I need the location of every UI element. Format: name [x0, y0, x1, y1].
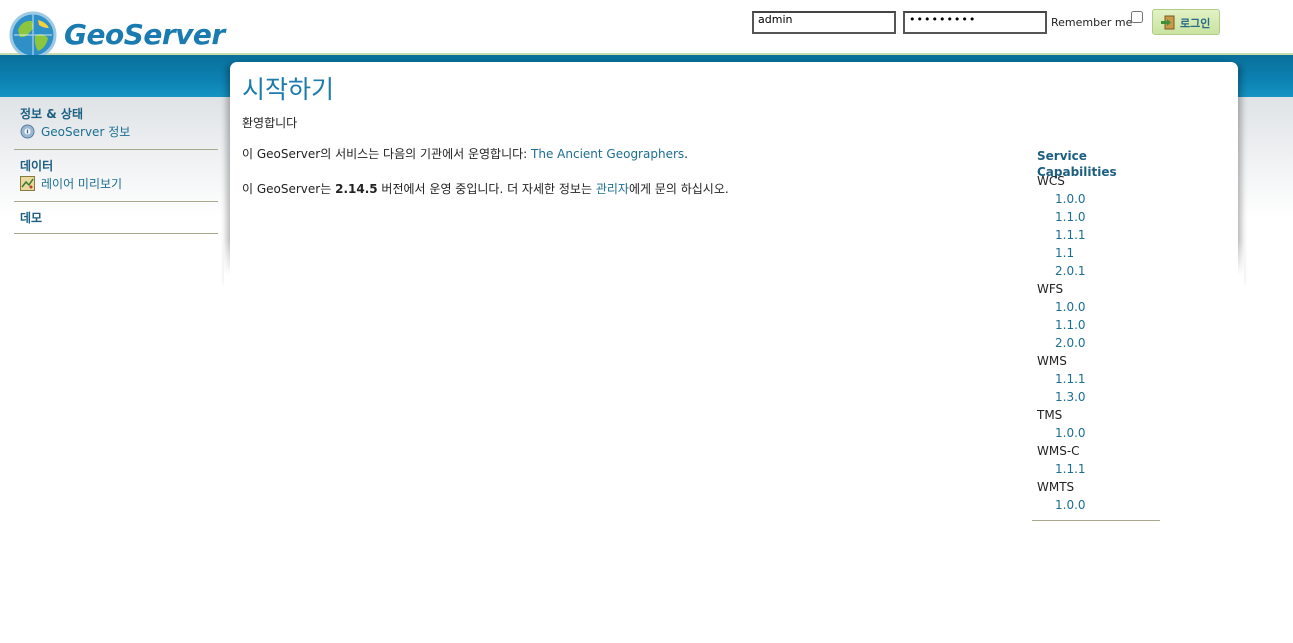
version-prefix: 이 GeoServer는	[242, 182, 336, 196]
globe-logo-icon	[9, 11, 57, 59]
sidebar-section-data: 데이터 레이어 미리보기	[14, 156, 218, 202]
sidebar: 정보 & 상태 GeoServer 정보 데이터 레이어 미리보기 데모	[14, 104, 218, 240]
capability-version-link[interactable]: 1.1.1	[1055, 372, 1086, 386]
capability-version-item: 1.0.0	[1032, 424, 1160, 442]
capability-version-link[interactable]: 1.0.0	[1055, 192, 1086, 206]
capability-version-item: 1.0.0	[1032, 298, 1160, 316]
sidebar-section-status: 정보 & 상태 GeoServer 정보	[14, 104, 218, 150]
service-prefix: 이 GeoServer의 서비스는 다음의 기관에서 운영합니다:	[242, 147, 532, 161]
capability-version-item: 1.1.0	[1032, 316, 1160, 334]
capability-version-item: 1.1.1	[1032, 226, 1160, 244]
sidebar-item-geoserver-info[interactable]: GeoServer 정보	[14, 123, 218, 143]
logo-text: GeoServer	[64, 18, 225, 51]
capability-version-link[interactable]: 1.1.1	[1055, 228, 1086, 242]
sidebar-heading-status: 정보 & 상태	[20, 107, 83, 121]
welcome-text: 환영합니다	[242, 116, 298, 130]
capability-version-link[interactable]: 2.0.0	[1055, 336, 1086, 350]
capability-service-tms: TMS	[1037, 408, 1063, 422]
sidebar-item-layer-preview[interactable]: 레이어 미리보기	[14, 175, 218, 195]
info-globe-icon	[20, 124, 35, 139]
capability-version-item: 1.1.1	[1032, 460, 1160, 478]
remember-me-label: Remember me	[1051, 16, 1133, 29]
layer-preview-icon	[20, 176, 35, 191]
service-provider-text: 이 GeoServer의 서비스는 다음의 기관에서 운영합니다: The An…	[242, 145, 688, 162]
capability-version-item: 1.0.0	[1032, 496, 1160, 514]
sidebar-item-label: 레이어 미리보기	[41, 177, 123, 191]
capability-version-link[interactable]: 1.1.1	[1055, 462, 1086, 476]
capability-version-link[interactable]: 1.1.0	[1055, 210, 1086, 224]
version-number: 2.14.5	[335, 182, 378, 196]
header: GeoServer admin ••••••••• Remember me 로그…	[0, 0, 1293, 59]
capability-version-item: 1.0.0	[1032, 190, 1160, 208]
capability-version-link[interactable]: 1.0.0	[1055, 498, 1086, 512]
capabilities-list: WCS 1.0.0 1.1.0 1.1.1 1.1 2.0.1 WFS 1.0.0 1.1.0 2…	[1032, 172, 1160, 514]
username-input[interactable]: admin	[752, 11, 896, 34]
login-button-label: 로그인	[1180, 17, 1211, 30]
capability-version-item: 1.1.0	[1032, 208, 1160, 226]
service-capabilities: Service Capabilities WCS 1.0.0 1.1.0 1.1.1 1…	[1032, 148, 1160, 521]
capability-version-link[interactable]: 1.1.0	[1055, 318, 1086, 332]
administrator-link[interactable]: 관리자	[596, 182, 629, 196]
version-info-text: 이 GeoServer는 2.14.5 버전에서 운영 중입니다. 더 자세한 …	[242, 180, 737, 198]
capability-version-link[interactable]: 1.0.0	[1055, 300, 1086, 314]
capability-version-item: 2.0.1	[1032, 262, 1160, 280]
capability-version-item: 1.1.1	[1032, 370, 1160, 388]
capability-version-link[interactable]: 2.0.1	[1055, 264, 1086, 278]
capability-service-wfs: WFS	[1037, 282, 1064, 296]
capability-version-item: 2.0.0	[1032, 334, 1160, 352]
sidebar-item-demo[interactable]: 데모	[14, 208, 218, 227]
capability-version-link[interactable]: 1.1	[1055, 246, 1074, 260]
capability-version-link[interactable]: 1.3.0	[1055, 390, 1086, 404]
service-suffix: .	[684, 147, 688, 161]
version-suffix: 에게 문의 하십시오.	[628, 182, 729, 196]
password-input[interactable]: •••••••••	[903, 11, 1047, 34]
login-icon	[1161, 15, 1175, 30]
organization-link[interactable]: The Ancient Geographers	[531, 147, 684, 161]
capability-version-item: 1.1	[1032, 244, 1160, 262]
version-middle: 버전에서 운영 중입니다. 더 자세한 정보는	[377, 182, 596, 196]
login-button[interactable]: 로그인	[1152, 9, 1220, 35]
capability-service-wms: WMS	[1037, 354, 1067, 368]
sidebar-section-demo: 데모	[14, 208, 218, 234]
sidebar-item-label: GeoServer 정보	[41, 125, 131, 139]
remember-me-checkbox[interactable]	[1131, 11, 1143, 23]
capability-version-item: 1.3.0	[1032, 388, 1160, 406]
capabilities-title: Service Capabilities	[1037, 149, 1117, 179]
sidebar-heading-data: 데이터	[20, 159, 54, 173]
page-title: 시작하기	[242, 75, 335, 104]
capability-service-wms-c: WMS-C	[1037, 444, 1080, 458]
capability-service-wmts: WMTS	[1037, 480, 1075, 494]
capability-version-link[interactable]: 1.0.0	[1055, 426, 1086, 440]
